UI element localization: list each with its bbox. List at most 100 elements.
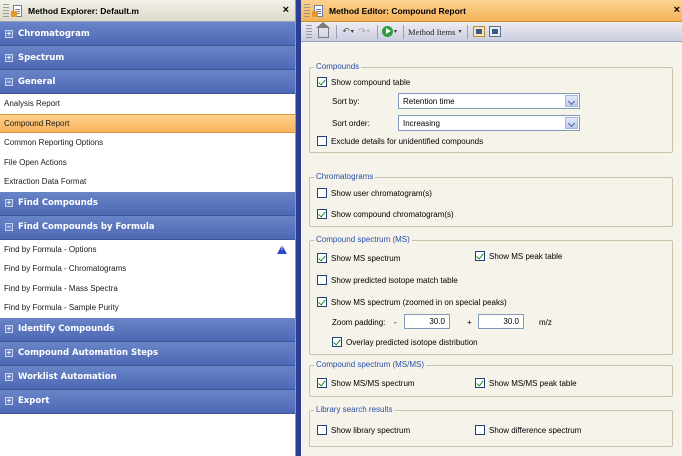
collapse-icon[interactable]: − (5, 223, 13, 231)
checkbox-checked[interactable] (317, 378, 327, 388)
chevron-down-icon[interactable] (565, 117, 578, 129)
checkbox-checked[interactable] (475, 251, 485, 261)
close-icon[interactable]: × (674, 4, 680, 16)
tree-item-analysis-report[interactable]: Analysis Report (0, 94, 295, 114)
group-worklist-automation[interactable]: + Worklist Automation (0, 365, 295, 390)
checkbox-checked[interactable] (332, 337, 342, 347)
redo-icon: ↷ (358, 26, 366, 36)
group-compound-automation-steps[interactable]: + Compound Automation Steps (0, 341, 295, 366)
tree-item-file-open-actions[interactable]: File Open Actions (0, 153, 295, 173)
expand-icon[interactable]: + (5, 397, 13, 405)
collapse-icon[interactable]: − (5, 77, 13, 86)
zoom-minus-input[interactable]: 30.0 (404, 314, 450, 329)
show-msms-peak-table-checkbox[interactable]: Show MS/MS peak table (475, 378, 577, 388)
show-difference-spectrum-checkbox[interactable]: Show difference spectrum (475, 425, 581, 435)
show-ms-zoomed-checkbox[interactable]: Show MS spectrum (zoomed in on special p… (317, 297, 507, 307)
group-label: Chromatogram (18, 28, 90, 39)
checkbox-checked[interactable] (317, 297, 327, 307)
tree-item-label: Extraction Data Format (4, 177, 87, 187)
group-label: General (18, 76, 56, 87)
tree-item-find-by-formula-chromatograms[interactable]: Find by Formula - Chromatograms (0, 259, 295, 279)
checkbox-unchecked[interactable] (317, 188, 327, 198)
show-library-spectrum-checkbox[interactable]: Show library spectrum (317, 425, 410, 435)
expand-icon[interactable]: + (5, 199, 13, 207)
method-items-label: Method Items (408, 26, 456, 37)
compounds-group: Compounds Show compound table Sort by: R… (309, 62, 673, 153)
checkbox-unchecked[interactable] (317, 275, 327, 285)
expand-icon[interactable]: + (5, 53, 13, 62)
group-label: Compound Automation Steps (18, 348, 159, 358)
tree-item-find-by-formula-sample-purity[interactable]: Find by Formula - Sample Purity (0, 298, 295, 318)
checkbox-label: Show library spectrum (331, 425, 411, 435)
method-tree: + Chromatogram + Spectrum − General Anal… (0, 22, 295, 414)
grip-icon[interactable] (3, 3, 9, 18)
checkbox-checked[interactable] (317, 253, 327, 263)
close-icon[interactable]: × (283, 4, 289, 16)
tree-item-label: Common Reporting Options (4, 138, 104, 148)
checkbox-unchecked[interactable] (317, 425, 327, 435)
tree-item-label: Find by Formula - Chromatograms (4, 264, 127, 274)
tree-item-common-reporting-options[interactable]: Common Reporting Options (0, 133, 295, 153)
checkbox-checked[interactable] (475, 378, 485, 388)
undo-button[interactable]: ↶ ▾ (341, 24, 355, 40)
group-spectrum[interactable]: + Spectrum (0, 46, 295, 70)
tree-item-extraction-data-format[interactable]: Extraction Data Format (0, 172, 295, 192)
show-compound-chromatogram-checkbox[interactable]: Show compound chromatogram(s) (317, 209, 454, 219)
checkbox-unchecked[interactable] (475, 425, 485, 435)
sort-by-value: Retention time (403, 96, 455, 106)
group-label: Find Compounds by Formula (18, 222, 155, 232)
group-label: Worklist Automation (18, 372, 117, 382)
group-identify-compounds[interactable]: + Identify Compounds (0, 317, 295, 342)
checkbox-label: Show compound table (331, 77, 411, 87)
group-general[interactable]: − General (0, 70, 295, 94)
tree-item-label: File Open Actions (4, 157, 67, 167)
tree-item-label: Find by Formula - Mass Spectra (4, 283, 118, 293)
sort-by-select[interactable]: Retention time (398, 93, 580, 109)
expand-icon[interactable]: + (5, 373, 13, 381)
tree-item-find-by-formula-options[interactable]: Find by Formula - Options (0, 240, 295, 260)
group-label: Identify Compounds (18, 324, 115, 334)
grip-icon[interactable] (306, 24, 312, 39)
group-find-compounds[interactable]: + Find Compounds (0, 191, 295, 216)
method-items-menu[interactable]: Method Items ▾ (408, 24, 461, 40)
group-find-compounds-by-formula[interactable]: − Find Compounds by Formula (0, 215, 295, 240)
checkbox-label: Overlay predicted isotope distribution (346, 337, 478, 347)
tree-item-find-by-formula-mass-spectra[interactable]: Find by Formula - Mass Spectra (0, 279, 295, 299)
ms-legend: Compound spectrum (MS) (314, 235, 412, 244)
tree-item-compound-report[interactable]: Compound Report (0, 113, 295, 133)
group-export[interactable]: + Export (0, 389, 295, 414)
toolbar-separator (377, 24, 378, 39)
show-msms-spectrum-checkbox[interactable]: Show MS/MS spectrum (317, 378, 415, 388)
sort-order-select[interactable]: Increasing (398, 115, 580, 131)
redo-button[interactable]: ↷ ▾ (357, 24, 371, 40)
group-chromatogram[interactable]: + Chromatogram (0, 22, 295, 46)
copy-button[interactable] (472, 24, 486, 40)
overlay-isotope-checkbox[interactable]: Overlay predicted isotope distribution (332, 337, 478, 347)
show-ms-spectrum-checkbox[interactable]: Show MS spectrum (317, 253, 400, 263)
save-icon (489, 26, 502, 37)
zoom-plus-input[interactable]: 30.0 (478, 314, 524, 329)
checkbox-checked[interactable] (317, 209, 327, 219)
checkbox-unchecked[interactable] (317, 136, 327, 146)
home-button[interactable] (315, 22, 330, 40)
show-ms-peak-table-checkbox[interactable]: Show MS peak table (475, 251, 562, 261)
checkbox-label: Show predicted isotope match table (331, 275, 458, 285)
show-isotope-match-checkbox[interactable]: Show predicted isotope match table (317, 275, 458, 285)
grip-icon[interactable] (304, 3, 310, 18)
tree-item-label: Analysis Report (4, 99, 61, 109)
save-button[interactable] (488, 24, 502, 40)
chevron-down-icon[interactable] (565, 95, 578, 107)
checkbox-label: Exclude details for unidentified compoun… (331, 136, 484, 146)
sort-order-value: Increasing (403, 118, 440, 128)
show-user-chromatogram-checkbox[interactable]: Show user chromatogram(s) (317, 188, 432, 198)
run-button[interactable]: ▾ (382, 24, 397, 40)
tree-item-label: Compound Report (4, 118, 70, 128)
expand-icon[interactable]: + (5, 349, 13, 357)
show-compound-table-checkbox[interactable]: Show compound table (317, 77, 410, 87)
exclude-details-checkbox[interactable]: Exclude details for unidentified compoun… (317, 136, 483, 146)
group-label: Find Compounds (18, 198, 98, 208)
toolbar-separator (467, 24, 469, 39)
expand-icon[interactable]: + (5, 325, 13, 333)
expand-icon[interactable]: + (5, 29, 13, 38)
checkbox-checked[interactable] (317, 77, 327, 87)
